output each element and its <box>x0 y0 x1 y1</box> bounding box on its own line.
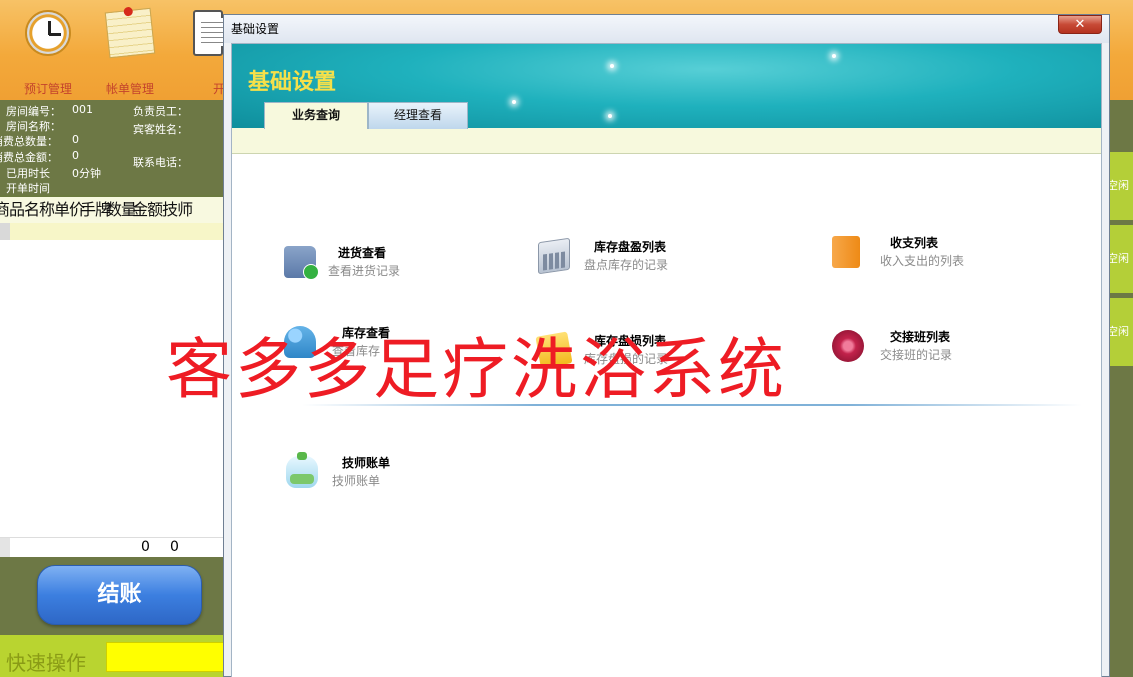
item-title: 交接班列表 <box>890 330 951 344</box>
item-subtitle: 查看进货记录 <box>328 264 401 278</box>
bill-table-new-row[interactable] <box>0 223 224 240</box>
used-time-value: 0分钟 <box>72 167 101 180</box>
item-technician-bill[interactable]: 技师账单 技师账单 <box>286 452 446 494</box>
folder-icon <box>284 246 319 280</box>
room-tile[interactable]: 空闲 <box>1109 225 1133 293</box>
used-time-label: 已用时长 <box>6 167 50 180</box>
item-stock-view[interactable]: 库存查看 查看库存 <box>284 324 444 364</box>
item-title: 进货查看 <box>338 246 387 260</box>
total-amount: 0 <box>170 539 179 555</box>
basic-settings-dialog: 基础设置 ✕ 基础设置 业务查询 经理查看 进货查看 查看进货记录 库存盘盈列表… <box>223 14 1110 677</box>
bottle-icon <box>286 452 318 488</box>
item-subtitle: 技师账单 <box>332 474 381 488</box>
quick-operation-label: 快速操作 <box>6 651 86 675</box>
consume-amount-value: 0 <box>72 149 79 162</box>
section-divider <box>302 404 1082 406</box>
staff-label: 负责员工： <box>133 105 188 118</box>
calculator-icon <box>538 237 570 275</box>
toolbar-bill-button[interactable]: 帐单管理 <box>85 7 175 97</box>
item-title: 库存查看 <box>342 326 391 340</box>
room-no-label: 房间编号： <box>6 105 61 118</box>
red-ball-icon <box>832 330 864 362</box>
tab-business-query[interactable]: 业务查询 <box>264 102 368 129</box>
document-icon <box>193 10 229 56</box>
guest-label: 宾客姓名： <box>133 123 188 136</box>
item-stock-loss-list[interactable]: 库存盘损列表 库存盘损的记录 <box>535 331 698 372</box>
checkout-button[interactable]: 结账 <box>37 565 202 625</box>
note-icon <box>104 7 156 59</box>
bill-total-row: 0 0 <box>0 537 224 557</box>
banner-title: 基础设置 <box>248 69 337 95</box>
item-title: 技师账单 <box>342 456 391 470</box>
item-subtitle: 盘点库存的记录 <box>584 258 669 272</box>
dialog-content: 基础设置 业务查询 经理查看 进货查看 查看进货记录 库存盘盈列表 盘点库存的记… <box>231 43 1102 677</box>
sparkle <box>832 54 836 58</box>
item-shift-handover-list[interactable]: 交接班列表 交接班的记录 <box>832 328 992 368</box>
consume-qty-value: 0 <box>72 133 79 146</box>
sparkle <box>610 64 614 68</box>
item-subtitle: 交接班的记录 <box>880 348 953 362</box>
tab-strip <box>232 128 1101 154</box>
quick-operation-bar: 快速操作 <box>0 635 224 677</box>
room-name-label: 房间名称： <box>6 120 61 133</box>
room-info-panel: 房间编号： 001 房间名称： 消费总数量： 0 消费总金额： 0 已用时长 0… <box>0 100 224 195</box>
consume-amount-label: 消费总金额： <box>0 151 58 164</box>
dialog-title: 基础设置 <box>231 22 280 36</box>
col-technician[interactable]: 技师 <box>162 200 193 219</box>
col-amount[interactable]: 金额 <box>132 200 163 219</box>
item-purchase-view[interactable]: 进货查看 查看进货记录 <box>284 244 444 284</box>
room-tile[interactable]: 空闲 <box>1109 152 1133 220</box>
people-icon <box>284 326 316 358</box>
toolbar-bill-label: 帐单管理 <box>105 82 154 96</box>
item-subtitle: 库存盘损的记录 <box>584 352 669 366</box>
consume-qty-label: 消费总数量： <box>0 135 58 148</box>
col-goods-name[interactable]: 商品名称 <box>0 200 55 219</box>
total-quantity: 0 <box>141 539 150 555</box>
item-title: 库存盘损列表 <box>594 334 667 348</box>
item-title: 收支列表 <box>890 236 939 250</box>
tab-manager-view[interactable]: 经理查看 <box>368 102 468 129</box>
toolbar-booking-label: 预订管理 <box>23 82 72 96</box>
item-subtitle: 查看库存 <box>332 344 381 358</box>
open-time-label: 开单时间 <box>6 182 50 195</box>
item-stock-surplus-list[interactable]: 库存盘盈列表 盘点库存的记录 <box>538 237 698 278</box>
room-no-value: 001 <box>72 103 93 116</box>
toolbar-booking-button[interactable]: 预订管理 <box>3 10 93 97</box>
sparkle <box>608 114 612 118</box>
item-income-expense-list[interactable]: 收支列表 收入支出的列表 <box>832 234 992 274</box>
close-icon: ✕ <box>1074 17 1086 32</box>
bill-table-header: 商品名称单价手牌数量金额技师 <box>0 197 224 223</box>
quick-operation-input[interactable] <box>106 642 224 672</box>
checkout-area: 结账 <box>0 557 224 635</box>
item-title: 库存盘盈列表 <box>594 240 667 254</box>
dialog-title-bar[interactable]: 基础设置 ✕ <box>224 15 1109 43</box>
clock-icon <box>25 10 71 56</box>
bill-table-body <box>0 240 224 537</box>
orange-book-icon <box>832 236 860 268</box>
close-button[interactable]: ✕ <box>1058 15 1102 34</box>
room-tile[interactable]: 空闲 <box>1109 298 1133 366</box>
yellow-folder-icon <box>535 331 573 369</box>
phone-label: 联系电话： <box>133 156 188 169</box>
item-subtitle: 收入支出的列表 <box>880 254 965 268</box>
sparkle <box>512 100 516 104</box>
